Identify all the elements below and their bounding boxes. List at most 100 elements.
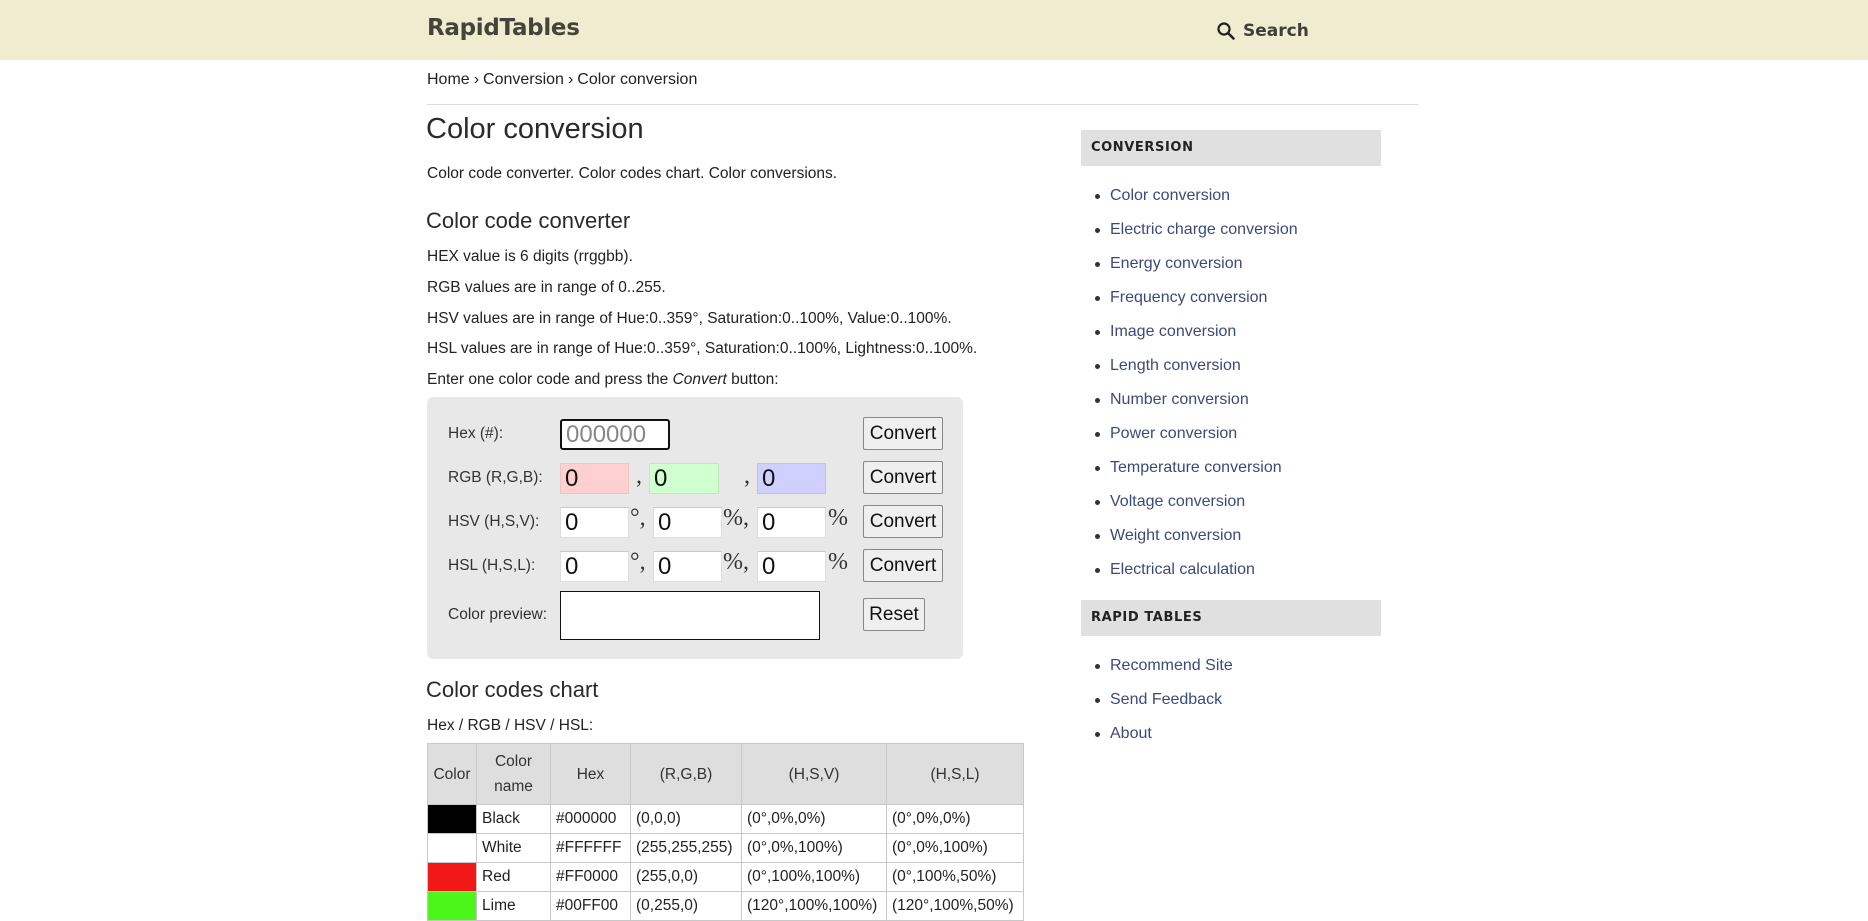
sidebar-link-weight-conversion[interactable]: Weight conversion	[1110, 527, 1241, 544]
hsv-label: HSV (H,S,V):	[448, 513, 540, 530]
color-preview-label: Color preview:	[448, 606, 548, 623]
hex-cell: #FF0000	[550, 862, 631, 892]
sidebar-item: Length conversion	[1081, 349, 1381, 383]
hsl-l-input[interactable]	[757, 551, 826, 582]
hsv-s-input[interactable]	[653, 507, 722, 538]
sidebar-link-voltage-conversion[interactable]: Voltage conversion	[1110, 493, 1245, 510]
sidebar-link-electric-charge-conversion[interactable]: Electric charge conversion	[1110, 221, 1298, 238]
col-color-name-line2: name	[494, 778, 533, 795]
color-name-cell: Black	[476, 804, 551, 834]
hsl-cell: (0°,0%,100%)	[886, 833, 1024, 863]
site-header: RapidTables Search	[0, 0, 1868, 60]
hsv-cell: (0°,0%,100%)	[741, 833, 887, 863]
col-hsv: (H,S,V)	[741, 743, 887, 805]
sidebar-item: Voltage conversion	[1081, 485, 1381, 519]
rgb-g-input[interactable]	[649, 463, 719, 494]
sidebar-link-frequency-conversion[interactable]: Frequency conversion	[1110, 289, 1267, 306]
sidebar-conversion-list: Color conversion Electric charge conversi…	[1081, 166, 1381, 600]
rgb-cell: (255,0,0)	[630, 862, 742, 892]
sidebar-link-energy-conversion[interactable]: Energy conversion	[1110, 255, 1243, 272]
rgb-b-input[interactable]	[757, 463, 826, 494]
degree-unit: °,	[630, 549, 646, 575]
col-rgb: (R,G,B)	[630, 743, 742, 805]
sidebar-link-about[interactable]: About	[1110, 725, 1152, 742]
hsv-cell: (120°,100%,100%)	[741, 891, 887, 921]
sidebar-item: Number conversion	[1081, 383, 1381, 417]
bullet-icon	[1095, 664, 1100, 669]
sidebar-link-number-conversion[interactable]: Number conversion	[1110, 391, 1249, 408]
chart-heading: Color codes chart	[426, 677, 599, 702]
page-intro: Color code converter. Color codes chart.…	[427, 165, 838, 182]
bullet-icon	[1095, 534, 1100, 539]
sidebar-item: Electrical calculation	[1081, 553, 1381, 587]
hsv-note: HSV values are in range of Hue:0..359°, …	[427, 310, 952, 327]
hsl-s-input[interactable]	[653, 551, 722, 582]
breadcrumb: Home › Conversion › Color conversion	[427, 71, 697, 89]
degree-unit: °,	[630, 505, 646, 531]
color-name-cell: Red	[476, 862, 551, 892]
sidebar-link-power-conversion[interactable]: Power conversion	[1110, 425, 1237, 442]
bullet-icon	[1095, 732, 1100, 737]
search-label: Search	[1243, 21, 1309, 41]
rgb-separator: ,	[636, 463, 642, 489]
reset-button[interactable]: Reset	[863, 598, 925, 631]
hsl-convert-button[interactable]: Convert	[863, 549, 943, 582]
table-row: Red #FF0000 (255,0,0) (0°,100%,100%) (0°,100…	[427, 862, 1024, 892]
hex-convert-button[interactable]: Convert	[863, 417, 943, 450]
color-preview-swatch	[560, 591, 820, 640]
hsv-h-input[interactable]	[560, 507, 629, 538]
page-title: Color conversion	[426, 113, 644, 145]
sidebar-link-send-feedback[interactable]: Send Feedback	[1110, 691, 1222, 708]
rgb-note: RGB values are in range of 0..255.	[427, 279, 666, 296]
color-swatch	[427, 833, 477, 863]
rgb-convert-button[interactable]: Convert	[863, 461, 943, 494]
search-icon	[1217, 22, 1235, 40]
hex-input[interactable]	[560, 419, 670, 450]
col-color: Color	[427, 743, 477, 805]
table-row: Lime #00FF00 (0,255,0) (120°,100%,100%) (120…	[427, 891, 1024, 921]
table-row: White #FFFFFF (255,255,255) (0°,0%,100%) (0°…	[427, 833, 1024, 863]
hsl-cell: (0°,0%,0%)	[886, 804, 1024, 834]
color-swatch	[427, 804, 477, 834]
converter-heading: Color code converter	[426, 208, 631, 233]
col-hex: Hex	[550, 743, 631, 805]
hsv-v-input[interactable]	[757, 507, 826, 538]
header-divider	[427, 104, 1418, 105]
sidebar-link-temperature-conversion[interactable]: Temperature conversion	[1110, 459, 1282, 476]
hsv-convert-button[interactable]: Convert	[863, 505, 943, 538]
rgb-r-input[interactable]	[560, 463, 629, 494]
table-row: Black #000000 (0,0,0) (0°,0%,0%) (0°,0%,0%)	[427, 804, 1024, 834]
rgb-label: RGB (R,G,B):	[448, 469, 543, 486]
chart-subtitle: Hex / RGB / HSV / HSL:	[427, 717, 594, 734]
sidebar-link-image-conversion[interactable]: Image conversion	[1110, 323, 1236, 340]
hsl-h-input[interactable]	[560, 551, 629, 582]
hsv-cell: (0°,100%,100%)	[741, 862, 887, 892]
hsl-label: HSL (H,S,L):	[448, 557, 536, 574]
bullet-icon	[1095, 698, 1100, 703]
sidebar-item: Power conversion	[1081, 417, 1381, 451]
sidebar-link-electrical-calculation[interactable]: Electrical calculation	[1110, 561, 1255, 578]
hsl-note: HSL values are in range of Hue:0..359°, …	[427, 340, 978, 357]
col-color-name: Color name	[476, 743, 551, 805]
col-hsl: (H,S,L)	[886, 743, 1024, 805]
sidebar-heading-rapid-tables: RAPID TABLES	[1081, 600, 1381, 636]
sidebar-link-recommend-site[interactable]: Recommend Site	[1110, 657, 1233, 674]
site-logo[interactable]: RapidTables	[427, 15, 580, 41]
sidebar-item: Recommend Site	[1081, 649, 1381, 683]
bullet-icon	[1095, 364, 1100, 369]
bullet-icon	[1095, 500, 1100, 505]
bullet-icon	[1095, 466, 1100, 471]
col-color-name-line1: Color	[494, 753, 533, 770]
hex-label: Hex (#):	[448, 425, 504, 442]
bullet-icon	[1095, 330, 1100, 335]
hex-cell: #00FF00	[550, 891, 631, 921]
instruction-pre: Enter one color code and press the	[427, 371, 673, 388]
percent-unit: %,	[723, 505, 749, 531]
breadcrumb-conversion[interactable]: Conversion	[483, 71, 564, 88]
search-button[interactable]: Search	[1216, 18, 1309, 44]
sidebar-link-color-conversion[interactable]: Color conversion	[1110, 187, 1230, 204]
bullet-icon	[1095, 432, 1100, 437]
sidebar-link-length-conversion[interactable]: Length conversion	[1110, 357, 1241, 374]
breadcrumb-home[interactable]: Home	[427, 71, 470, 88]
sidebar-item: Weight conversion	[1081, 519, 1381, 553]
